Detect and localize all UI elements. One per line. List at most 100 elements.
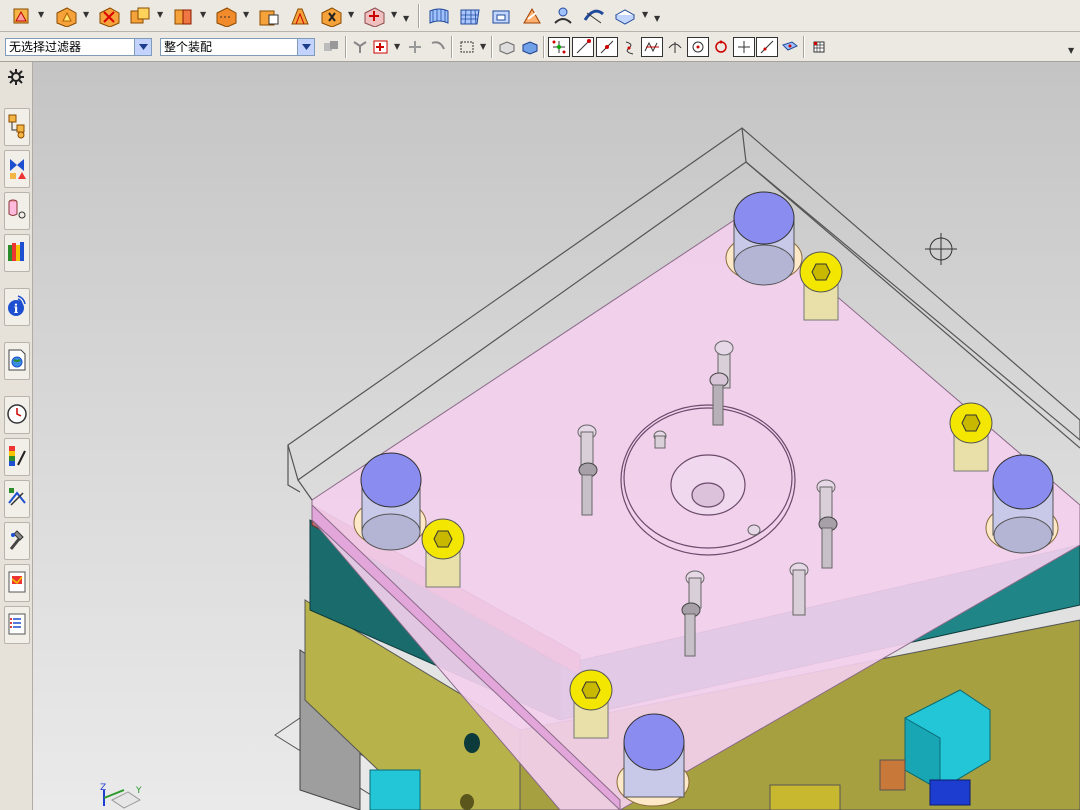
process-studio-tab[interactable] (4, 480, 30, 518)
surface-icon[interactable] (426, 4, 452, 28)
graphics-window[interactable]: Z Y (33, 62, 1080, 810)
part-navigator-icon (7, 197, 27, 226)
edge-blend-icon[interactable] (213, 4, 239, 28)
wcs-triad-icon: Z Y (100, 783, 142, 809)
manufacturing-wizard-tab[interactable] (4, 522, 30, 560)
slide-block (879, 759, 906, 791)
draft-icon[interactable] (287, 4, 313, 28)
control-point-icon[interactable] (619, 37, 641, 57)
cone-icon[interactable] (53, 4, 79, 28)
wireframe-icon[interactable] (456, 37, 478, 57)
svg-text:i: i (14, 302, 19, 316)
shell-icon[interactable] (318, 4, 344, 28)
tangent-icon[interactable] (664, 37, 686, 57)
guide-pin (985, 454, 1059, 554)
chevron-down-icon[interactable]: ▼ (480, 42, 486, 51)
palette-tab[interactable] (4, 606, 30, 644)
guide-pin (725, 191, 803, 286)
snap-icon[interactable] (370, 37, 392, 57)
toolbar-separator (803, 36, 805, 58)
on-surface-icon[interactable] (779, 37, 801, 57)
constraint-navigator-icon (7, 155, 27, 184)
chevron-down-icon[interactable]: ▼ (38, 10, 44, 19)
chamfer-icon[interactable] (256, 4, 282, 28)
chevron-down-icon[interactable]: ▼ (391, 10, 397, 19)
resource-bar: i (0, 62, 33, 810)
selection-scope-dropdown[interactable]: 整个装配 (160, 38, 315, 56)
toolbar-separator (451, 36, 453, 58)
mesh-icon[interactable] (457, 4, 483, 28)
constraint-navigator-tab[interactable] (4, 150, 30, 188)
selection-filter-dropdown[interactable]: 无选择过滤器 (5, 38, 152, 56)
slide-block (769, 784, 841, 810)
chevron-down-icon[interactable]: ▼ (83, 10, 89, 19)
socket-head-screw (569, 669, 613, 739)
on-curve-icon[interactable] (756, 37, 778, 57)
history-icon (6, 401, 28, 430)
chevron-down-icon[interactable] (134, 39, 151, 55)
shaded-icon[interactable] (496, 37, 518, 57)
chevron-down-icon[interactable]: ▼ (403, 14, 409, 23)
offset-icon[interactable] (550, 4, 576, 28)
ejector-hole (460, 794, 474, 810)
quadrant-icon[interactable] (710, 37, 732, 57)
intersection-icon[interactable] (641, 37, 663, 57)
history-tab[interactable] (4, 396, 30, 434)
settings-icon[interactable] (5, 66, 27, 88)
mold-assembly-model[interactable]: Z Y (33, 62, 1080, 810)
trim-icon[interactable] (581, 4, 607, 28)
fitting-block (929, 779, 971, 806)
curve-point-icon[interactable] (427, 37, 449, 57)
guide-pin (353, 452, 427, 551)
roles-icon (6, 569, 28, 598)
chevron-down-icon[interactable]: ▼ (348, 10, 354, 19)
sheet-icon[interactable] (612, 4, 638, 28)
move-face-icon[interactable] (361, 4, 387, 28)
unite-icon[interactable] (127, 4, 153, 28)
roles-tab[interactable] (4, 564, 30, 602)
chevron-down-icon[interactable]: ▼ (642, 10, 648, 19)
point-icon[interactable] (404, 37, 426, 57)
chevron-down-icon[interactable]: ▼ (243, 10, 249, 19)
selection-filter-value: 无选择过滤器 (9, 40, 82, 54)
assembly-navigator-icon (7, 113, 27, 142)
mid-point-icon[interactable] (572, 37, 594, 57)
chevron-down-icon[interactable]: ▼ (654, 14, 660, 23)
guide-pin (616, 713, 690, 807)
feature-toolbar: ▼ ▼ ▼ ▼ ▼ ▼ ▼ ▼ ▼ ▼ (0, 0, 1080, 32)
intersect-icon[interactable] (170, 4, 196, 28)
chevron-down-icon[interactable]: ▼ (1068, 46, 1074, 55)
view-icon[interactable] (519, 37, 541, 57)
info-tab[interactable]: i (4, 288, 30, 326)
selection-scope-value: 整个装配 (164, 40, 213, 54)
subtract-icon[interactable] (96, 4, 122, 28)
reuse-library-icon (6, 239, 28, 268)
system-materials-tab[interactable] (4, 438, 30, 476)
reuse-library-tab[interactable] (4, 234, 30, 272)
grid-icon[interactable] (808, 37, 830, 57)
existing-point-icon[interactable] (733, 37, 755, 57)
center-icon[interactable] (687, 37, 709, 57)
extract-icon[interactable] (488, 4, 514, 28)
web-browser-tab[interactable] (4, 342, 30, 380)
chevron-down-icon[interactable]: ▼ (394, 42, 400, 51)
toolbar-separator (345, 36, 347, 58)
end-point-icon[interactable] (548, 37, 570, 57)
chevron-down-icon[interactable]: ▼ (157, 10, 163, 19)
chevron-down-icon[interactable]: ▼ (200, 10, 206, 19)
selection-toolbar: 无选择过滤器 整个装配 ▼ ▼ ▼ (0, 32, 1080, 62)
sew-icon[interactable] (519, 4, 545, 28)
select-icon[interactable] (350, 37, 372, 57)
cylinder-icon[interactable] (8, 4, 34, 28)
assembly-navigator-tab[interactable] (4, 108, 30, 146)
palette-icon (6, 611, 28, 640)
part-navigator-tab[interactable] (4, 192, 30, 230)
socket-head-screw (421, 518, 465, 588)
socket-head-screw (949, 402, 993, 472)
socket-head-screw (799, 251, 843, 321)
filter-icon[interactable] (320, 37, 342, 57)
process-studio-icon (6, 485, 28, 514)
web-browser-icon (6, 347, 28, 376)
chevron-down-icon[interactable] (297, 39, 314, 55)
curve-end-icon[interactable] (596, 37, 618, 57)
